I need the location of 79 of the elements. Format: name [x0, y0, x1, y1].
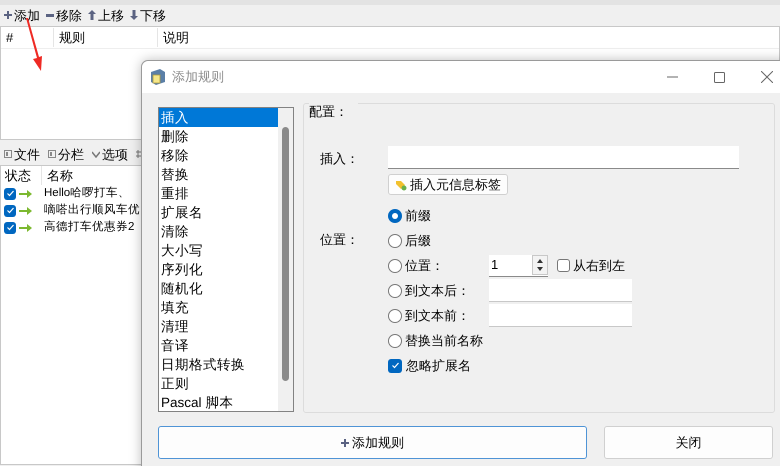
rule-list-item[interactable]: 扩展名 — [159, 203, 278, 222]
column-header: # — [5, 28, 14, 47]
toolbar-button[interactable]: 下移 — [130, 8, 166, 22]
rule-list-item[interactable]: 随机化 — [159, 279, 278, 298]
rule-list-item[interactable]: 删除 — [159, 127, 278, 146]
radio-button[interactable] — [388, 284, 402, 298]
dialog-button[interactable]: 关闭 — [604, 426, 773, 459]
rule-list-item[interactable]: Pascal 脚本 — [159, 393, 278, 412]
radio-button[interactable] — [388, 234, 402, 248]
rule-list-item[interactable]: 音译 — [159, 336, 278, 355]
rule-list-item[interactable]: 重排 — [159, 184, 278, 203]
right-arrow-icon — [19, 190, 32, 198]
rule-list-item[interactable]: 清理 — [159, 317, 278, 336]
text-field[interactable] — [489, 279, 632, 302]
panel-icon — [4, 150, 12, 158]
radio-option[interactable]: 前缀 — [388, 206, 488, 226]
minimize-icon[interactable] — [667, 76, 678, 78]
checkbox-option[interactable]: 从右到左 — [557, 256, 625, 276]
file-name: 嘀嗒出行顺风车优 — [43, 202, 140, 218]
field-label: 位置： — [320, 231, 360, 249]
toolbar-button[interactable]: 文件 — [4, 148, 40, 160]
panel-icon — [48, 150, 56, 158]
checkbox[interactable] — [4, 188, 16, 200]
window-title: 添加规则 — [172, 68, 224, 86]
rule-list-item[interactable]: 序列化 — [159, 260, 278, 279]
tag-icon — [395, 178, 407, 190]
scrollbar[interactable] — [278, 108, 293, 411]
checkbox-option[interactable]: 忽略扩展名 — [388, 356, 632, 376]
file-name: Hello哈啰打车、 — [43, 186, 130, 201]
spin-arrows-icon[interactable] — [532, 255, 548, 275]
field-label: 插入： — [320, 150, 360, 168]
radio-button[interactable] — [388, 258, 402, 272]
checkbox[interactable] — [4, 204, 16, 216]
column-header: 说明 — [157, 28, 357, 48]
toolbar-button[interactable]: 分栏 — [48, 148, 84, 160]
rule-list-item[interactable]: 清除 — [159, 222, 278, 241]
toolbar-button[interactable]: 移除 — [46, 8, 82, 22]
close-icon[interactable] — [761, 71, 773, 83]
column-header: 规则 — [53, 28, 157, 48]
dialog-button[interactable]: 添加规则 — [158, 426, 587, 459]
file-name: 高德打车优惠券2 — [43, 219, 134, 235]
right-arrow-icon — [19, 206, 32, 214]
plus-icon — [341, 438, 349, 446]
radio-option[interactable]: 替换当前名称 — [388, 330, 488, 350]
checkbox[interactable] — [388, 358, 402, 373]
option-icon — [92, 150, 100, 158]
right-arrow-icon — [19, 224, 32, 232]
rule-list-item[interactable]: 替换 — [159, 165, 278, 184]
rule-list-item[interactable]: 移除 — [159, 146, 278, 165]
toolbar-button[interactable]: 选项 — [92, 148, 128, 160]
minus-icon — [46, 14, 54, 16]
toolbar-button[interactable]: 上移 — [88, 8, 124, 22]
checkbox[interactable] — [557, 259, 570, 272]
spin-field[interactable]: 1 — [489, 254, 548, 276]
text-field[interactable] — [489, 304, 632, 327]
plus-icon — [4, 11, 12, 19]
down-arrow-icon — [130, 10, 138, 20]
checkbox[interactable] — [4, 222, 16, 234]
radio-button[interactable] — [388, 208, 402, 222]
checkmark-icon — [390, 361, 400, 370]
insert-field[interactable] — [388, 146, 739, 169]
radio-option[interactable]: 位置： — [388, 256, 488, 276]
radio-button[interactable] — [388, 334, 402, 348]
radio-button[interactable] — [388, 308, 402, 322]
maximize-icon[interactable] — [714, 72, 725, 82]
column-header: 名称 — [41, 166, 73, 186]
toolbar-button[interactable]: 添加 — [4, 8, 40, 22]
insert-meta-tag-button[interactable]: 插入元信息标签 — [388, 174, 508, 195]
column-header: 状态 — [4, 166, 32, 185]
folder-icon — [149, 68, 167, 86]
rule-list-item[interactable]: 日期格式转换 — [159, 355, 278, 374]
up-arrow-icon — [88, 10, 96, 20]
rule-list-item[interactable]: 大小写 — [159, 241, 278, 260]
rule-list-item[interactable]: 正则 — [159, 374, 278, 393]
rule-list-item[interactable]: 插入 — [159, 108, 278, 127]
rule-list-item[interactable]: 填充 — [159, 298, 278, 317]
radio-option[interactable]: 到文本后： — [388, 280, 488, 300]
radio-option[interactable]: 后缀 — [388, 230, 488, 250]
radio-option[interactable]: 到文本前： — [388, 306, 488, 326]
